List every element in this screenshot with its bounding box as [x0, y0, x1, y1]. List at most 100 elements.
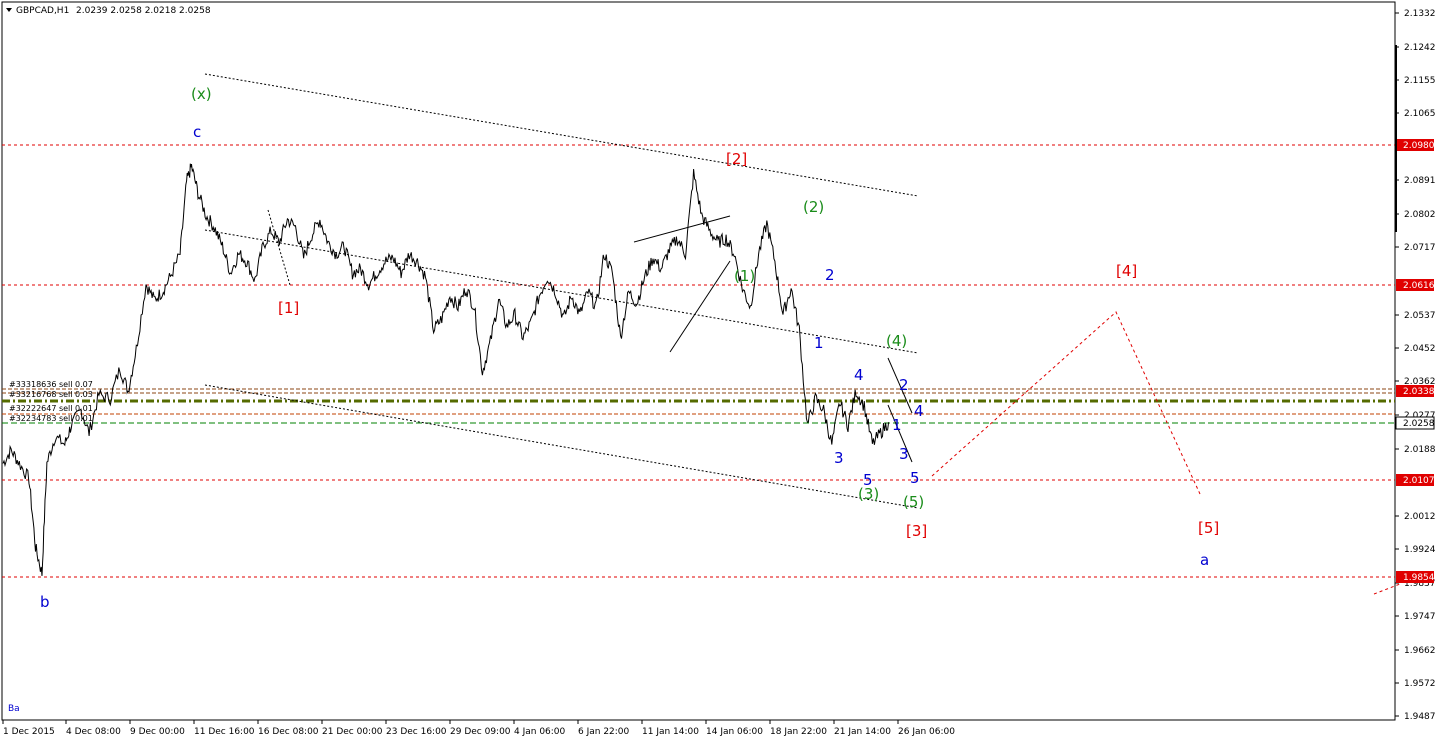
x-tick: 18 Jan 22:00: [769, 720, 827, 737]
wave-label-blue-1: 1: [814, 334, 824, 352]
wave-label-red-2: [2]: [726, 150, 747, 168]
x-axis: 1 Dec 2015 4 Dec 08:00 9 Dec 00:00 11 De…: [2, 720, 955, 737]
x-tick: 21 Dec 00:00: [321, 720, 383, 737]
x-tick: 4 Dec 08:00: [65, 720, 121, 737]
wave-label-small-4: 4: [914, 402, 924, 420]
svg-text:1.9487: 1.9487: [1404, 712, 1436, 722]
wave-label-green-1: (1): [734, 267, 755, 285]
x-tick: 23 Dec 16:00: [385, 720, 447, 737]
order-label-3: #32222647 sell 0.01: [9, 404, 93, 413]
x-tick: 6 Jan 22:00: [577, 720, 630, 737]
x-tick: 26 Jan 06:00: [897, 720, 955, 737]
svg-text:2.0338: 2.0338: [1403, 387, 1435, 397]
svg-text:18 Jan 22:00: 18 Jan 22:00: [770, 727, 827, 737]
x-tick: 29 Dec 09:00: [449, 720, 511, 737]
y-tick: 2.1242: [1395, 43, 1436, 53]
svg-text:2.0107: 2.0107: [1403, 476, 1435, 486]
svg-text:2.0188: 2.0188: [1404, 445, 1436, 455]
svg-text:2.0452: 2.0452: [1404, 344, 1436, 354]
svg-text:4 Jan 06:00: 4 Jan 06:00: [514, 727, 566, 737]
wave-label-a: a: [1200, 551, 1209, 569]
wave-label-red-1: [1]: [278, 299, 299, 317]
svg-text:2.1155: 2.1155: [1404, 76, 1436, 86]
y-tick: 2.0012: [1395, 512, 1436, 522]
svg-text:2.0616: 2.0616: [1403, 281, 1435, 291]
y-tick: 2.0452: [1395, 344, 1436, 354]
trendline-lower: [204, 384, 919, 509]
wave-label-small-1: 1: [892, 416, 902, 434]
wave-label-small-5: 5: [910, 469, 920, 487]
svg-text:16 Dec 08:00: 16 Dec 08:00: [258, 727, 319, 737]
wave-label-blue-3: 3: [834, 449, 844, 467]
svg-text:2.0891: 2.0891: [1404, 176, 1436, 186]
ohlc-values: 2.0239 2.0258 2.0218 2.0258: [76, 6, 211, 16]
price-levels: [2, 144, 1395, 578]
svg-text:2.1065: 2.1065: [1404, 109, 1436, 119]
y-tick: 2.1065: [1395, 109, 1436, 119]
trend-lines[interactable]: [204, 73, 919, 509]
svg-text:21 Jan 14:00: 21 Jan 14:00: [834, 727, 891, 737]
y-tick: 1.9662: [1395, 646, 1436, 656]
projection-tail: [1373, 583, 1401, 595]
order-lines[interactable]: [2, 388, 1395, 424]
x-tick: 14 Jan 06:00: [705, 720, 763, 737]
svg-text:9 Dec 00:00: 9 Dec 00:00: [130, 727, 185, 737]
svg-text:2.1242: 2.1242: [1404, 43, 1436, 53]
x-tick: 11 Jan 14:00: [641, 720, 699, 737]
chart-frame: [1, 1, 1396, 721]
svg-text:2.0258: 2.0258: [1403, 419, 1435, 429]
symbol-title: GBPCAD,H1: [16, 6, 69, 16]
order-label-4: #32234783 sell 0.01: [9, 414, 93, 423]
svg-text:23 Dec 16:00: 23 Dec 16:00: [386, 727, 447, 737]
wave-label-red-4: [4]: [1116, 262, 1137, 280]
wave-label-x: (x): [191, 85, 212, 103]
corner-label: Ba: [8, 704, 20, 714]
wave-label-green-4: (4): [886, 332, 907, 350]
svg-text:26 Jan 06:00: 26 Jan 06:00: [898, 727, 955, 737]
order-label-2: #33216768 sell 0.03: [9, 390, 93, 399]
y-tick: 1.9924: [1395, 545, 1436, 555]
wave-label-c: c: [193, 123, 201, 141]
x-tick: 9 Dec 00:00: [129, 720, 185, 737]
wave-label-small-3: 3: [899, 445, 909, 463]
svg-text:1.9747: 1.9747: [1404, 612, 1436, 622]
wave-label-b: b: [40, 593, 50, 611]
x-tick: 11 Dec 16:00: [193, 720, 255, 737]
projection-path[interactable]: [931, 311, 1201, 495]
trendline-upper: [204, 73, 919, 197]
wave-label-small-2: 2: [899, 376, 909, 394]
wave-label-blue-4: 4: [854, 366, 864, 384]
y-tick: 2.1332: [1395, 9, 1436, 19]
x-tick: 21 Jan 14:00: [833, 720, 891, 737]
wave-line-1: [633, 215, 731, 243]
x-tick: 16 Dec 08:00: [257, 720, 319, 737]
y-axis: 2.1332 2.1242 2.1155 2.1065 2.0891 2.080…: [1395, 9, 1436, 722]
svg-text:2.0012: 2.0012: [1404, 512, 1436, 522]
trendline-middle: [204, 229, 919, 354]
wave-line-2: [669, 260, 731, 353]
wave-label-red-3: [3]: [906, 522, 927, 540]
svg-text:1 Dec 2015: 1 Dec 2015: [3, 727, 55, 737]
price-chart[interactable]: GBPCAD,H1 2.0239 2.0258 2.0218 2.0258 #3…: [0, 0, 1436, 742]
x-tick: 4 Jan 06:00: [513, 720, 566, 737]
svg-text:1.9662: 1.9662: [1404, 646, 1436, 656]
wave-label-green-5: (5): [903, 493, 924, 511]
svg-text:1.9572: 1.9572: [1404, 679, 1436, 689]
y-tick: 2.0802: [1395, 210, 1436, 220]
y-tick: 2.0891: [1395, 176, 1436, 186]
x-tick: 1 Dec 2015: [2, 720, 55, 737]
svg-text:2.0717: 2.0717: [1404, 243, 1436, 253]
y-tick: 2.0188: [1395, 445, 1436, 455]
wave-label-red-5: [5]: [1198, 519, 1219, 537]
svg-text:6 Jan 22:00: 6 Jan 22:00: [578, 727, 630, 737]
price-series-line: [2, 163, 890, 576]
svg-text:14 Jan 06:00: 14 Jan 06:00: [706, 727, 763, 737]
svg-text:2.0537: 2.0537: [1404, 311, 1436, 321]
dropdown-arrow-icon[interactable]: [6, 8, 12, 12]
y-tick: 2.0717: [1395, 243, 1436, 253]
svg-text:4 Dec 08:00: 4 Dec 08:00: [66, 727, 121, 737]
svg-text:21 Dec 00:00: 21 Dec 00:00: [322, 727, 383, 737]
svg-text:2.1332: 2.1332: [1404, 9, 1436, 19]
y-tick: 1.9487: [1395, 712, 1436, 722]
svg-text:11 Jan 14:00: 11 Jan 14:00: [642, 727, 699, 737]
